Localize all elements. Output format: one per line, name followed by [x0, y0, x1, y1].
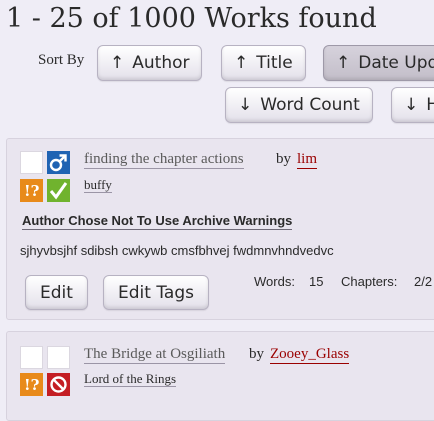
fandom-tag-link[interactable]: Lord of the Rings: [84, 371, 177, 387]
blank-required-tag-icon: [47, 346, 70, 369]
sort-word-count-label: Word Count: [260, 95, 360, 115]
author-link[interactable]: Zooey_Glass: [270, 346, 350, 364]
blank-required-tag-icon: [20, 151, 43, 174]
sort-hits-label: H: [426, 95, 434, 115]
warning-icon: !?: [20, 179, 43, 202]
work-blurb: [6, 331, 434, 421]
sort-hits-button[interactable]: ↓ H: [391, 87, 434, 123]
sort-up-arrow-icon: ↑: [234, 53, 249, 73]
edit-button[interactable]: Edit: [25, 275, 88, 310]
edit-button-label: Edit: [40, 282, 73, 303]
sort-date-updated-label: Date Upd: [358, 53, 434, 73]
work-title-link[interactable]: The Bridge at Osgiliath: [84, 346, 226, 364]
edit-tags-button-label: Edit Tags: [118, 282, 194, 303]
sort-author-button[interactable]: ↑ Author: [97, 45, 203, 81]
sort-down-arrow-icon: ↓: [238, 95, 253, 115]
sort-title-label: Title: [256, 53, 293, 73]
chapters-value: 2/2: [414, 274, 433, 289]
svg-text:!?: !?: [24, 182, 40, 200]
not-complete-icon: [47, 373, 70, 396]
sort-up-arrow-icon: ↑: [336, 53, 351, 73]
sort-title-button[interactable]: ↑ Title: [221, 45, 306, 81]
sort-date-updated-button[interactable]: ↑ Date Upd: [323, 45, 434, 81]
words-label: Words:: [254, 274, 295, 289]
sort-author-label: Author: [132, 53, 190, 73]
sort-up-arrow-icon: ↑: [110, 53, 125, 73]
svg-text:!?: !?: [24, 376, 40, 394]
work-title-link[interactable]: finding the chapter actions: [84, 151, 244, 169]
blank-required-tag-icon: [20, 346, 43, 369]
chapters-label: Chapters:: [341, 274, 398, 289]
complete-checkmark-icon: [47, 179, 70, 202]
words-value: 15: [309, 274, 324, 289]
sort-word-count-button[interactable]: ↓ Word Count: [225, 87, 373, 123]
author-link[interactable]: lim: [297, 151, 318, 169]
fandom-tag-link[interactable]: buffy: [84, 177, 112, 193]
by-text: by: [249, 346, 264, 362]
results-heading: 1 - 25 of 1000 Works found: [6, 3, 377, 34]
archive-warning-tag[interactable]: Author Chose Not To Use Archive Warnings: [22, 213, 293, 230]
warning-icon: !?: [20, 373, 43, 396]
sort-by-label: Sort By: [38, 52, 85, 68]
male-symbol-icon: [47, 151, 70, 174]
sort-down-arrow-icon: ↓: [404, 95, 419, 115]
work-summary: sjhyvbsjhf sdibsh cwkywb cmsfbhvej fwdmn…: [20, 243, 334, 258]
edit-tags-button[interactable]: Edit Tags: [103, 275, 209, 310]
by-text: by: [276, 151, 291, 167]
